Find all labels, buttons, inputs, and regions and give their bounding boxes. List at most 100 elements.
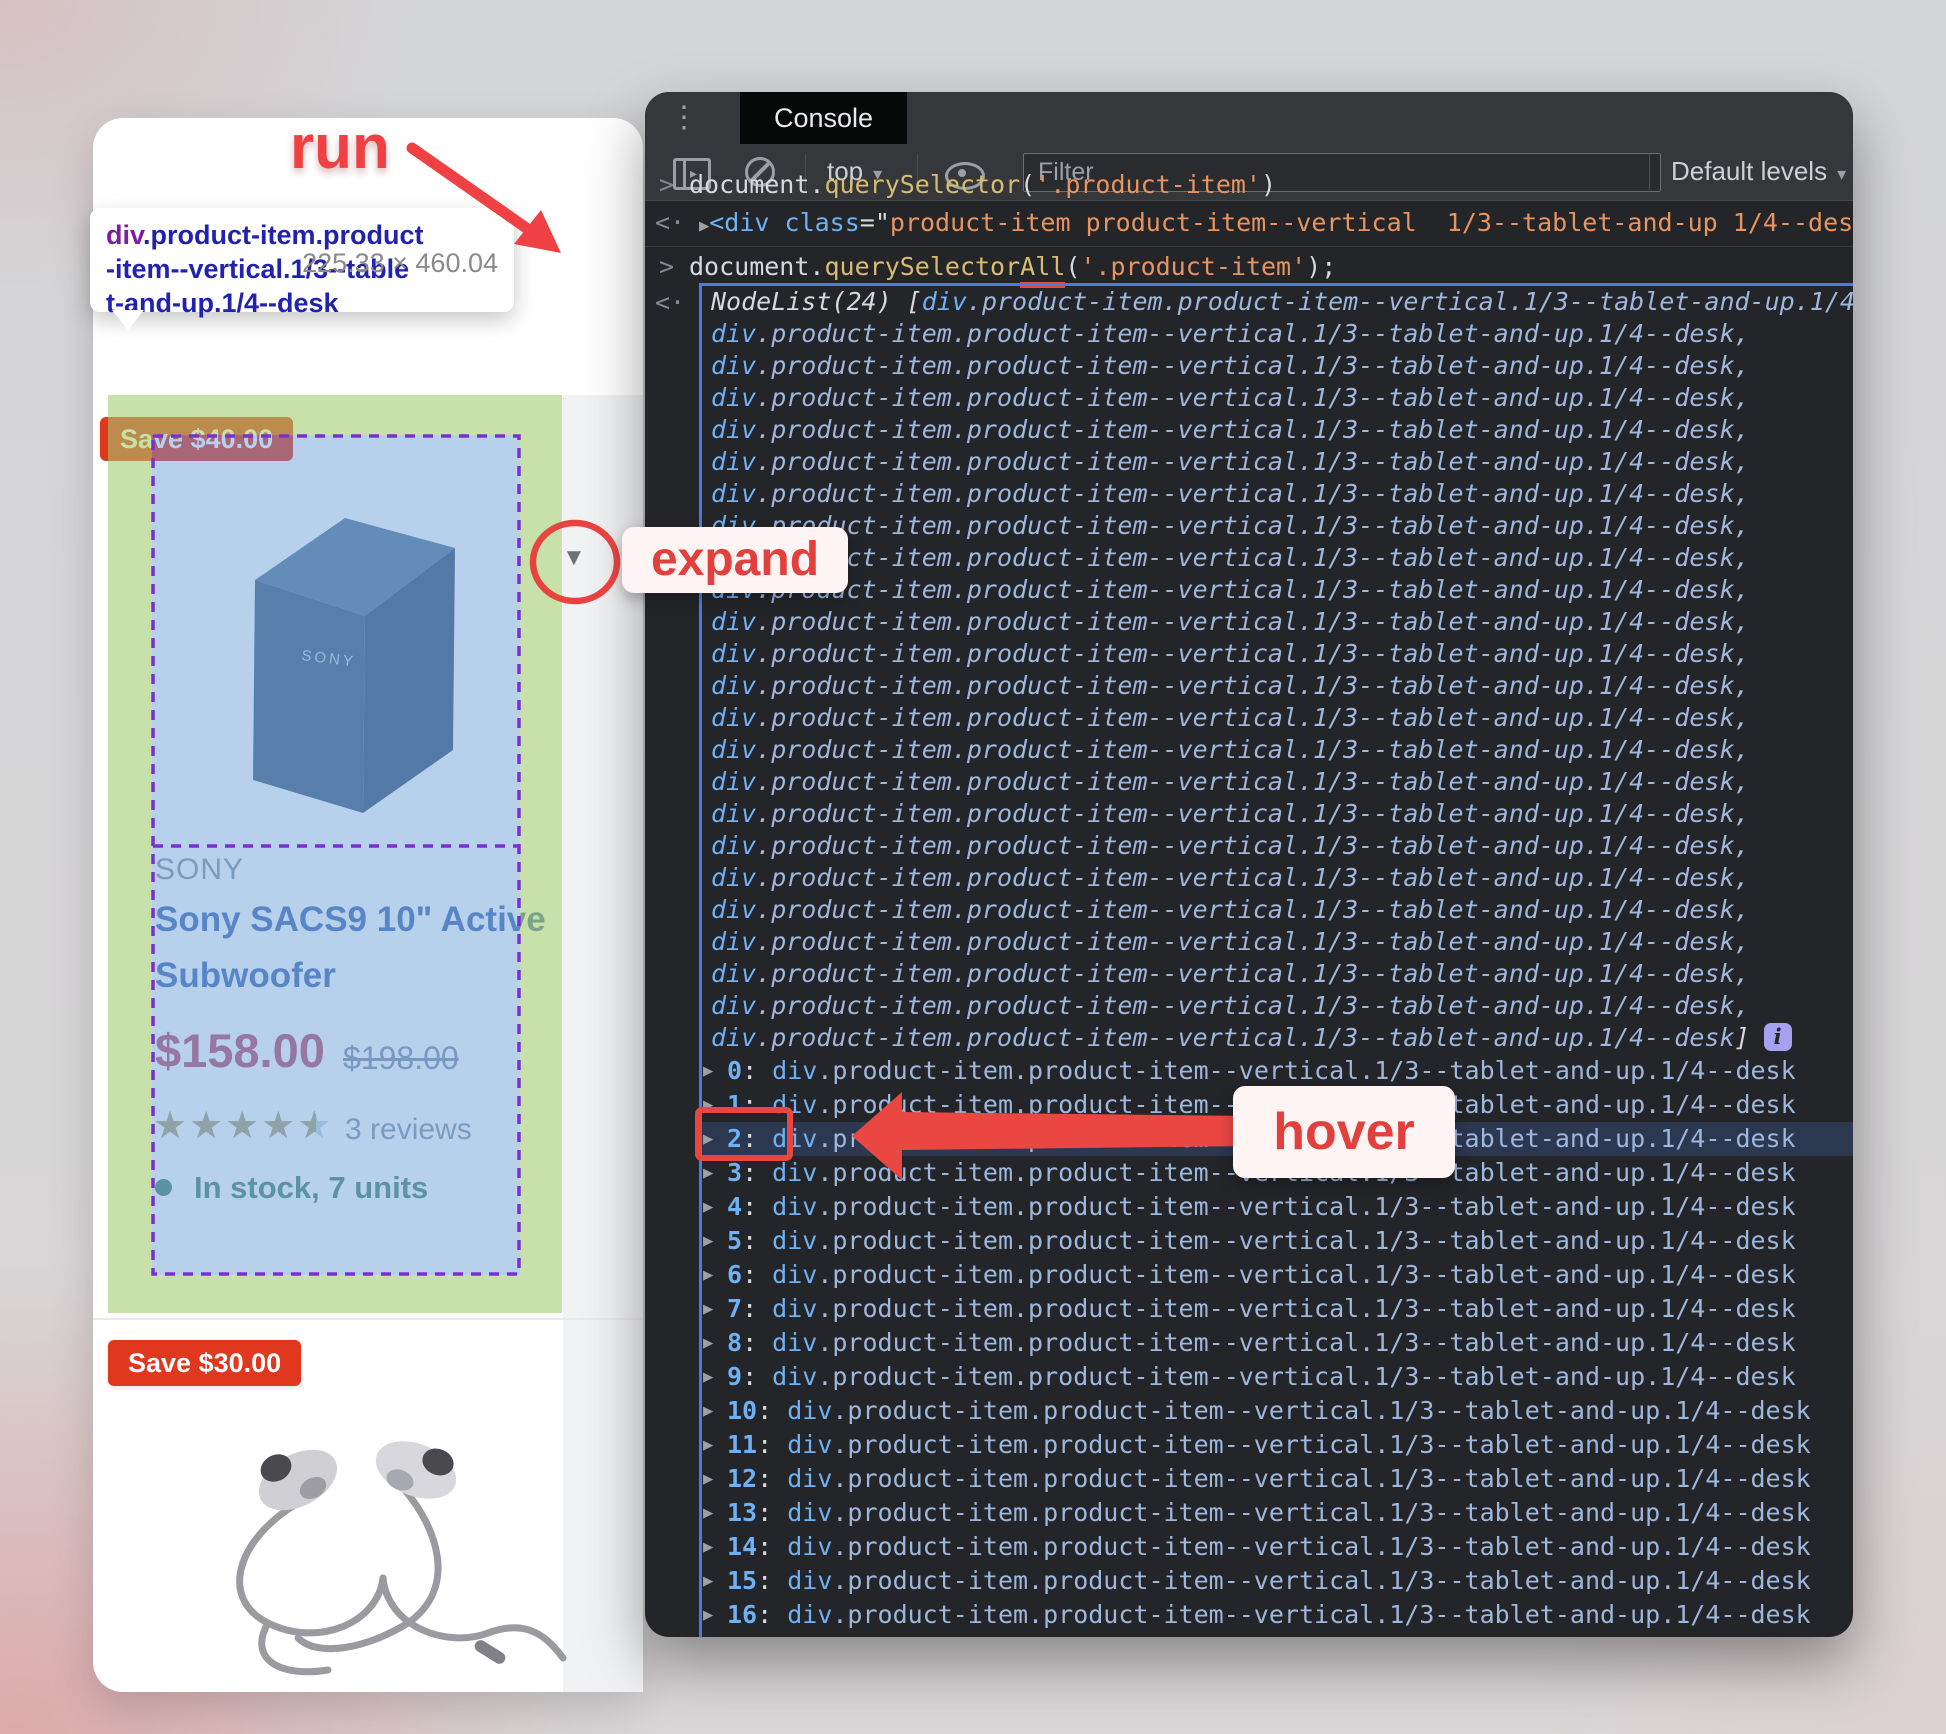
expander-icon[interactable]: ▶	[703, 1564, 713, 1598]
product2-image[interactable]	[148, 1408, 578, 1692]
console-array-line: div.product-item.product-item--vertical.…	[711, 383, 1750, 412]
console-index-row-11[interactable]: ▶ 11: div.product-item.product-item--vert…	[702, 1428, 1853, 1462]
console-array-line: div.product-item.product-item--vertical.…	[711, 959, 1750, 988]
console-array-line: div.product-item.product-item--vertical.…	[711, 639, 1750, 668]
expander-icon[interactable]: ▶	[703, 1462, 713, 1496]
console-index-row-10[interactable]: ▶ 10: div.product-item.product-item--vert…	[702, 1394, 1853, 1428]
devtools-tabbar: ⋮ Console	[645, 92, 1853, 144]
expander-icon[interactable]: ▶	[703, 1530, 713, 1564]
inspect-overlay-margin-right	[520, 435, 562, 1275]
expander-icon[interactable]: ▶	[703, 1122, 713, 1156]
expander-icon[interactable]: ▶	[699, 216, 709, 236]
nodelist-preview-first-line[interactable]: NodeList(24) [div.product-item.product-i…	[711, 286, 1853, 318]
annotation-expander-icon: ▼	[562, 544, 586, 571]
devtools-panel: ⋮ Console ▸ top▾ Default levels▾ > docum…	[645, 92, 1853, 1637]
expander-icon[interactable]: ▶	[703, 1360, 713, 1394]
product1-title-line2[interactable]: Subwoofer	[155, 956, 336, 996]
product1-star-rating: ★★★★★★	[153, 1103, 333, 1148]
info-icon[interactable]: i	[1763, 1023, 1792, 1051]
expander-icon[interactable]: ▶	[703, 1190, 713, 1224]
tooltip-selector-line1: .product-item.product	[143, 220, 424, 250]
expander-icon[interactable]: ▶	[703, 1496, 713, 1530]
console-array-line: div.product-item.product-item--vertical.…	[711, 415, 1750, 444]
product1-image[interactable]: SONY	[223, 468, 463, 828]
discount-badge-product2: Save $30.00	[108, 1340, 302, 1386]
expander-icon[interactable]: ▶	[703, 1224, 713, 1258]
toolbar-separator	[1649, 154, 1650, 190]
tooltip-caret	[112, 310, 144, 330]
console-array-line: div.product-item.product-item--vertical.…	[711, 351, 1750, 380]
webpage-panel: Save $40.00 SONY SONY Sony SACS9 10" Act…	[93, 118, 643, 1692]
console-index-row-4[interactable]: ▶ 4: div.product-item.product-item--verti…	[702, 1190, 1853, 1224]
expander-icon[interactable]: ▶	[703, 1598, 713, 1632]
expander-icon[interactable]: ▶	[703, 1156, 713, 1190]
inspect-tooltip: div.product-item.product -item--vertical…	[90, 208, 514, 318]
expander-icon[interactable]: ▶	[703, 1394, 713, 1428]
console-index-row-13[interactable]: ▶ 13: div.product-item.product-item--vert…	[702, 1496, 1853, 1530]
tooltip-selector-line3: t-and-up.1/4--desk	[106, 288, 339, 318]
product1-price: $158.00	[155, 1024, 325, 1077]
discount-badge-product1: Save $40.00	[100, 417, 294, 461]
star-icon: ★	[189, 1105, 226, 1147]
console-array-line: div.product-item.product-item--vertical.…	[711, 863, 1750, 892]
console-index-row-16[interactable]: ▶ 16: div.product-item.product-item--vert…	[702, 1598, 1853, 1632]
console-index-row-5[interactable]: ▶ 5: div.product-item.product-item--verti…	[702, 1224, 1853, 1258]
annotation-run: run	[290, 113, 390, 182]
expander-icon[interactable]: ▶	[703, 1326, 713, 1360]
console-prompt-icon: >	[659, 252, 675, 281]
tooltip-dimensions: 225.33 × 460.04	[302, 248, 498, 278]
product1-title-line1[interactable]: Sony SACS9 10" Active	[155, 900, 546, 940]
console-array-line: div.product-item.product-item--vertical.…	[711, 767, 1750, 796]
console-result-element[interactable]: ▶<div class="product-item product-item--…	[699, 208, 1853, 237]
grid-row-divider	[93, 1318, 643, 1320]
console-command-2[interactable]: document.querySelectorAll('.product-item…	[689, 252, 1336, 288]
product1-old-price: $198.00	[343, 1040, 459, 1076]
star-icon: ★	[153, 1105, 190, 1147]
console-index-row-15[interactable]: ▶ 15: div.product-item.product-item--vert…	[702, 1564, 1853, 1598]
console-array-line: div.product-item.product-item--vertical.…	[711, 799, 1750, 828]
star-icon: ★	[225, 1105, 262, 1147]
product1-stock: In stock, 7 units	[155, 1170, 428, 1206]
console-index-row-0[interactable]: ▶ 0: div.product-item.product-item--verti…	[702, 1054, 1853, 1088]
annotation-expand: expand	[622, 527, 848, 593]
expander-icon[interactable]: ▶	[703, 1428, 713, 1462]
console-array-line: div.product-item.product-item--vertical.…	[711, 575, 1750, 604]
console-index-row-8[interactable]: ▶ 8: div.product-item.product-item--verti…	[702, 1326, 1853, 1360]
console-index-row-6[interactable]: ▶ 6: div.product-item.product-item--verti…	[702, 1258, 1853, 1292]
devtools-menu-icon[interactable]: ⋮	[669, 98, 699, 138]
console-array-line: div.product-item.product-item--vertical.…	[711, 991, 1750, 1020]
console-array-line: div.product-item.product-item--vertical.…	[711, 447, 1750, 476]
star-icon: ★	[261, 1105, 298, 1147]
star-half-icon: ★★	[297, 1105, 334, 1147]
tab-console[interactable]: Console	[740, 92, 908, 144]
console-index-row-7[interactable]: ▶ 7: div.product-item.product-item--verti…	[702, 1292, 1853, 1326]
console-index-row-12[interactable]: ▶ 12: div.product-item.product-item--vert…	[702, 1462, 1853, 1496]
console-return-icon: <·	[655, 288, 686, 317]
expander-icon[interactable]: ▶	[703, 1088, 713, 1122]
chevron-down-icon: ▾	[1837, 164, 1847, 184]
expander-icon[interactable]: ▶	[703, 1258, 713, 1292]
console-array-line: div.product-item.product-item--vertical.…	[711, 543, 1750, 572]
console-prompt-icon: >	[659, 170, 675, 199]
console-array-line: div.product-item.product-item--vertical.…	[711, 927, 1750, 956]
expander-icon[interactable]: ▶	[703, 1054, 713, 1088]
nodelist-preview-last-line: div.product-item.product-item--vertical.…	[711, 1022, 1792, 1054]
stock-dot-icon	[155, 1179, 172, 1196]
console-array-line: div.product-item.product-item--vertical.…	[711, 671, 1750, 700]
console-array-line: div.product-item.product-item--vertical.…	[711, 607, 1750, 636]
annotation-hover: hover	[1233, 1086, 1455, 1178]
console-index-row-9[interactable]: ▶ 9: div.product-item.product-item--verti…	[702, 1360, 1853, 1394]
console-array-line: div.product-item.product-item--vertical.…	[711, 831, 1750, 860]
log-levels-dropdown[interactable]: Default levels ▾	[1671, 156, 1846, 187]
expander-icon[interactable]: ▶	[703, 1292, 713, 1326]
product1-brand: SONY	[155, 853, 245, 886]
console-return-icon: <·	[655, 208, 686, 237]
console-command-1[interactable]: document.querySelector('.product-item')	[689, 170, 1276, 199]
console-array-line: div.product-item.product-item--vertical.…	[711, 895, 1750, 924]
console-array-line: div.product-item.product-item--vertical.…	[711, 479, 1750, 508]
inspect-overlay-margin-bottom	[108, 1275, 562, 1313]
console-array-line: div.product-item.product-item--vertical.…	[711, 511, 1750, 540]
console-index-row-14[interactable]: ▶ 14: div.product-item.product-item--vert…	[702, 1530, 1853, 1564]
console-array-line: div.product-item.product-item--vertical.…	[711, 735, 1750, 764]
product1-reviews[interactable]: 3 reviews	[345, 1113, 472, 1147]
